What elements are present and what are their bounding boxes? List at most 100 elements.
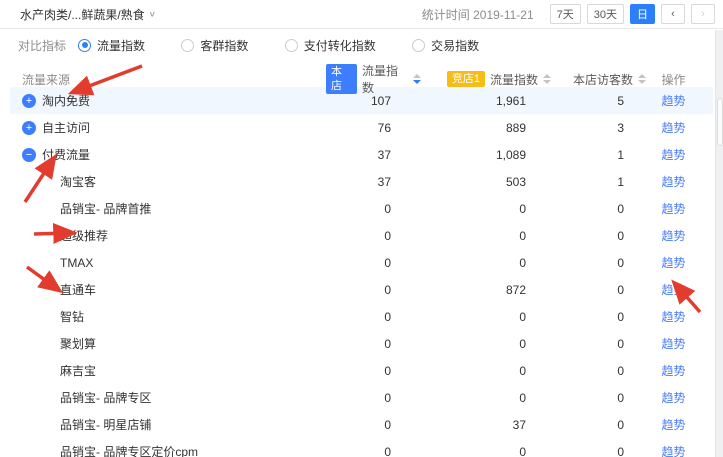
shop-index-value: 0 bbox=[326, 229, 421, 243]
traffic-source-label: 自主访问 bbox=[42, 119, 90, 136]
table-row[interactable]: 聚划算 0 0 0 趋势 bbox=[10, 330, 713, 357]
trend-link[interactable]: 趋势 bbox=[661, 121, 685, 135]
table-body: + 淘内免费 107 1,961 5 趋势 + 自主访问 76 889 3 趋势… bbox=[10, 87, 713, 457]
sort-icon[interactable] bbox=[638, 74, 646, 84]
expand-toggle-icon[interactable]: + bbox=[22, 121, 36, 135]
traffic-source-label: 品销宝- 品牌专区定价cpm bbox=[60, 443, 198, 457]
range-30d-button[interactable]: 30天 bbox=[587, 4, 624, 24]
visitors-value: 3 bbox=[551, 121, 646, 135]
competitor-index-value: 0 bbox=[421, 229, 551, 243]
radio-icon bbox=[181, 39, 194, 52]
traffic-source-label: 直通车 bbox=[60, 281, 96, 298]
shop-index-value: 0 bbox=[326, 364, 421, 378]
table-row[interactable]: 品销宝- 品牌首推 0 0 0 趋势 bbox=[10, 195, 713, 222]
table-row[interactable]: 品销宝- 品牌专区定价cpm 0 0 0 趋势 bbox=[10, 438, 713, 457]
table-row[interactable]: + 自主访问 76 889 3 趋势 bbox=[10, 114, 713, 141]
trend-link[interactable]: 趋势 bbox=[661, 148, 685, 162]
trend-link[interactable]: 趋势 bbox=[661, 175, 685, 189]
radio-icon bbox=[412, 39, 425, 52]
visitors-value: 1 bbox=[551, 148, 646, 162]
competitor-index-value: 0 bbox=[421, 391, 551, 405]
traffic-source-label: 付费流量 bbox=[42, 146, 90, 163]
expand-toggle-icon[interactable]: + bbox=[22, 94, 36, 108]
visitors-value: 5 bbox=[551, 94, 646, 108]
scrollbar-thumb[interactable] bbox=[717, 98, 723, 146]
visitors-value: 0 bbox=[551, 337, 646, 351]
traffic-source-label: 超级推荐 bbox=[60, 227, 108, 244]
trend-link[interactable]: 趋势 bbox=[661, 310, 685, 324]
trend-link[interactable]: 趋势 bbox=[661, 445, 685, 457]
traffic-source-label: TMAX bbox=[60, 256, 93, 270]
col-shop-index-header[interactable]: 本店 流量指数 bbox=[326, 62, 421, 96]
sort-icon[interactable] bbox=[413, 74, 421, 84]
shop-index-value: 0 bbox=[326, 310, 421, 324]
traffic-analysis-page: 水产肉类/...鲜蔬果/熟食 ∨ 统计时间 2019-11-21 7天 30天 … bbox=[0, 0, 723, 457]
col-source-header: 流量来源 bbox=[22, 71, 326, 88]
category-breadcrumb[interactable]: 水产肉类/...鲜蔬果/熟食 ∨ bbox=[20, 6, 156, 23]
table-row[interactable]: 超级推荐 0 0 0 趋势 bbox=[10, 222, 713, 249]
table-row[interactable]: 品销宝- 品牌专区 0 0 0 趋势 bbox=[10, 384, 713, 411]
shop-index-value: 0 bbox=[326, 256, 421, 270]
visitors-value: 0 bbox=[551, 256, 646, 270]
trend-link[interactable]: 趋势 bbox=[661, 283, 685, 297]
table-row[interactable]: TMAX 0 0 0 趋势 bbox=[10, 249, 713, 276]
trend-link[interactable]: 趋势 bbox=[661, 94, 685, 108]
range-day-button[interactable]: 日 bbox=[630, 4, 655, 24]
trend-link[interactable]: 趋势 bbox=[661, 337, 685, 351]
trend-link[interactable]: 趋势 bbox=[661, 229, 685, 243]
trend-link[interactable]: 趋势 bbox=[661, 202, 685, 216]
table-row[interactable]: 直通车 0 872 0 趋势 bbox=[10, 276, 713, 303]
competitor-index-value: 0 bbox=[421, 256, 551, 270]
next-day-button[interactable]: › bbox=[691, 4, 715, 24]
prev-day-button[interactable]: ‹ bbox=[661, 4, 685, 24]
scrollbar-track[interactable] bbox=[715, 30, 723, 457]
competitor-index-value: 889 bbox=[421, 121, 551, 135]
metric-radio[interactable]: 交易指数 bbox=[412, 37, 479, 54]
metric-filter-label: 对比指标 bbox=[18, 37, 66, 54]
table-row[interactable]: 淘宝客 37 503 1 趋势 bbox=[10, 168, 713, 195]
metric-filter-bar: 对比指标 流量指数 客群指数 支付转化指数 交易指数 bbox=[0, 29, 723, 62]
traffic-source-label: 淘内免费 bbox=[42, 92, 90, 109]
competitor-index-value: 503 bbox=[421, 175, 551, 189]
traffic-source-label: 品销宝- 品牌专区 bbox=[60, 389, 151, 406]
competitor-index-value: 1,961 bbox=[421, 94, 551, 108]
topbar: 水产肉类/...鲜蔬果/熟食 ∨ 统计时间 2019-11-21 7天 30天 … bbox=[0, 0, 723, 29]
visitors-value: 0 bbox=[551, 418, 646, 432]
col-competitor-index-header[interactable]: 竞店1 流量指数 bbox=[421, 71, 551, 88]
visitors-value: 0 bbox=[551, 229, 646, 243]
metric-radio[interactable]: 流量指数 bbox=[78, 37, 145, 54]
chevron-down-icon: ∨ bbox=[149, 10, 156, 19]
visitors-value: 0 bbox=[551, 202, 646, 216]
shop-index-value: 37 bbox=[326, 148, 421, 162]
traffic-source-label: 智钻 bbox=[60, 308, 84, 325]
trend-link[interactable]: 趋势 bbox=[661, 391, 685, 405]
radio-icon bbox=[78, 39, 91, 52]
traffic-source-label: 品销宝- 品牌首推 bbox=[60, 200, 151, 217]
trend-link[interactable]: 趋势 bbox=[661, 418, 685, 432]
col-action-header: 操作 bbox=[646, 71, 701, 88]
col-visitors-header[interactable]: 本店访客数 bbox=[551, 71, 646, 88]
table-row[interactable]: 品销宝- 明星店铺 0 37 0 趋势 bbox=[10, 411, 713, 438]
metric-radio[interactable]: 客群指数 bbox=[181, 37, 248, 54]
trend-link[interactable]: 趋势 bbox=[661, 364, 685, 378]
metric-radio-label: 流量指数 bbox=[97, 37, 145, 54]
competitor-index-value: 0 bbox=[421, 202, 551, 216]
table-row[interactable]: 麻吉宝 0 0 0 趋势 bbox=[10, 357, 713, 384]
traffic-source-label: 品销宝- 明星店铺 bbox=[60, 416, 151, 433]
metric-radio[interactable]: 支付转化指数 bbox=[285, 37, 376, 54]
visitors-value: 1 bbox=[551, 175, 646, 189]
range-7d-button[interactable]: 7天 bbox=[550, 4, 581, 24]
trend-link[interactable]: 趋势 bbox=[661, 256, 685, 270]
sort-icon[interactable] bbox=[543, 74, 551, 84]
table-row[interactable]: 智钻 0 0 0 趋势 bbox=[10, 303, 713, 330]
shop-index-value: 76 bbox=[326, 121, 421, 135]
competitor-index-value: 37 bbox=[421, 418, 551, 432]
date-controls: 统计时间 2019-11-21 7天 30天 日 ‹ › bbox=[422, 4, 715, 24]
metric-radio-label: 交易指数 bbox=[431, 37, 479, 54]
shop-index-value: 0 bbox=[326, 391, 421, 405]
shop-index-value: 0 bbox=[326, 202, 421, 216]
visitors-value: 0 bbox=[551, 391, 646, 405]
radio-icon bbox=[285, 39, 298, 52]
expand-toggle-icon[interactable]: − bbox=[22, 148, 36, 162]
table-row[interactable]: − 付费流量 37 1,089 1 趋势 bbox=[10, 141, 713, 168]
